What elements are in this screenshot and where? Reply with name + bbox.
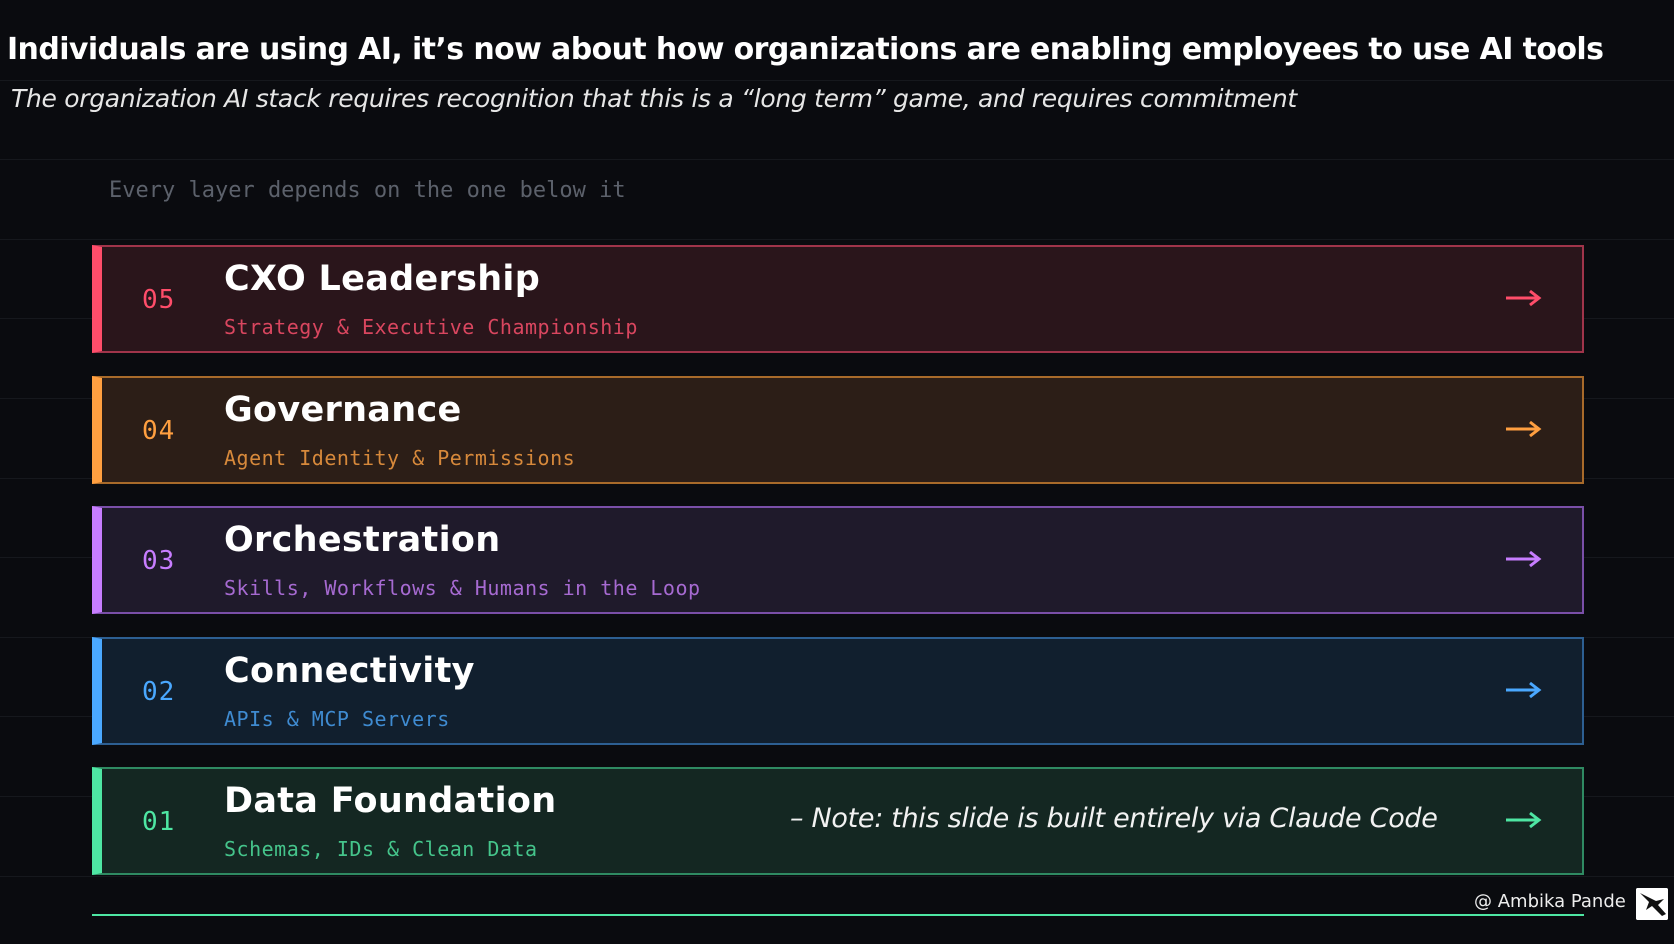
layer-connectivity: 02 Connectivity APIs & MCP Servers xyxy=(92,637,1584,745)
arrow-right-icon xyxy=(1506,811,1542,829)
arrow-right-icon xyxy=(1506,681,1542,699)
arrow-right-icon xyxy=(1506,420,1542,438)
layer-name: Connectivity xyxy=(224,651,475,691)
layer-name: Data Foundation xyxy=(224,781,557,821)
foundation-baseline xyxy=(92,914,1584,916)
arrow-right-icon xyxy=(1506,550,1542,568)
slide-note: – Note: this slide is built entirely via… xyxy=(790,803,1438,834)
author-credit: @ Ambika Pande xyxy=(1474,891,1626,912)
layer-cxo-leadership: 05 CXO Leadership Strategy & Executive C… xyxy=(92,245,1584,353)
grid-line xyxy=(0,159,1674,160)
layer-name: CXO Leadership xyxy=(224,259,541,299)
layer-number: 05 xyxy=(142,285,176,315)
layer-name: Governance xyxy=(224,390,462,430)
layer-data-foundation: 01 Data Foundation Schemas, IDs & Clean … xyxy=(92,767,1584,875)
layer-description: Skills, Workflows & Humans in the Loop xyxy=(224,576,701,600)
layer-number: 04 xyxy=(142,416,176,446)
bird-logo-icon xyxy=(1636,888,1668,920)
layer-description: Strategy & Executive Championship xyxy=(224,315,638,339)
grid-line xyxy=(0,80,1674,81)
stack-caption: Every layer depends on the one below it xyxy=(109,178,626,203)
layer-orchestration: 03 Orchestration Skills, Workflows & Hum… xyxy=(92,506,1584,614)
layer-number: 01 xyxy=(142,807,176,837)
grid-line xyxy=(0,239,1674,240)
layer-description: APIs & MCP Servers xyxy=(224,707,450,731)
layer-description: Schemas, IDs & Clean Data xyxy=(224,837,538,861)
slide-title: Individuals are using AI, it’s now about… xyxy=(7,32,1604,67)
layer-governance: 04 Governance Agent Identity & Permissio… xyxy=(92,376,1584,484)
layer-name: Orchestration xyxy=(224,520,501,560)
arrow-right-icon xyxy=(1506,289,1542,307)
layer-number: 03 xyxy=(142,546,176,576)
grid-line xyxy=(0,876,1674,877)
layer-number: 02 xyxy=(142,677,176,707)
layer-description: Agent Identity & Permissions xyxy=(224,446,576,470)
slide-subtitle: The organization AI stack requires recog… xyxy=(11,84,1297,113)
